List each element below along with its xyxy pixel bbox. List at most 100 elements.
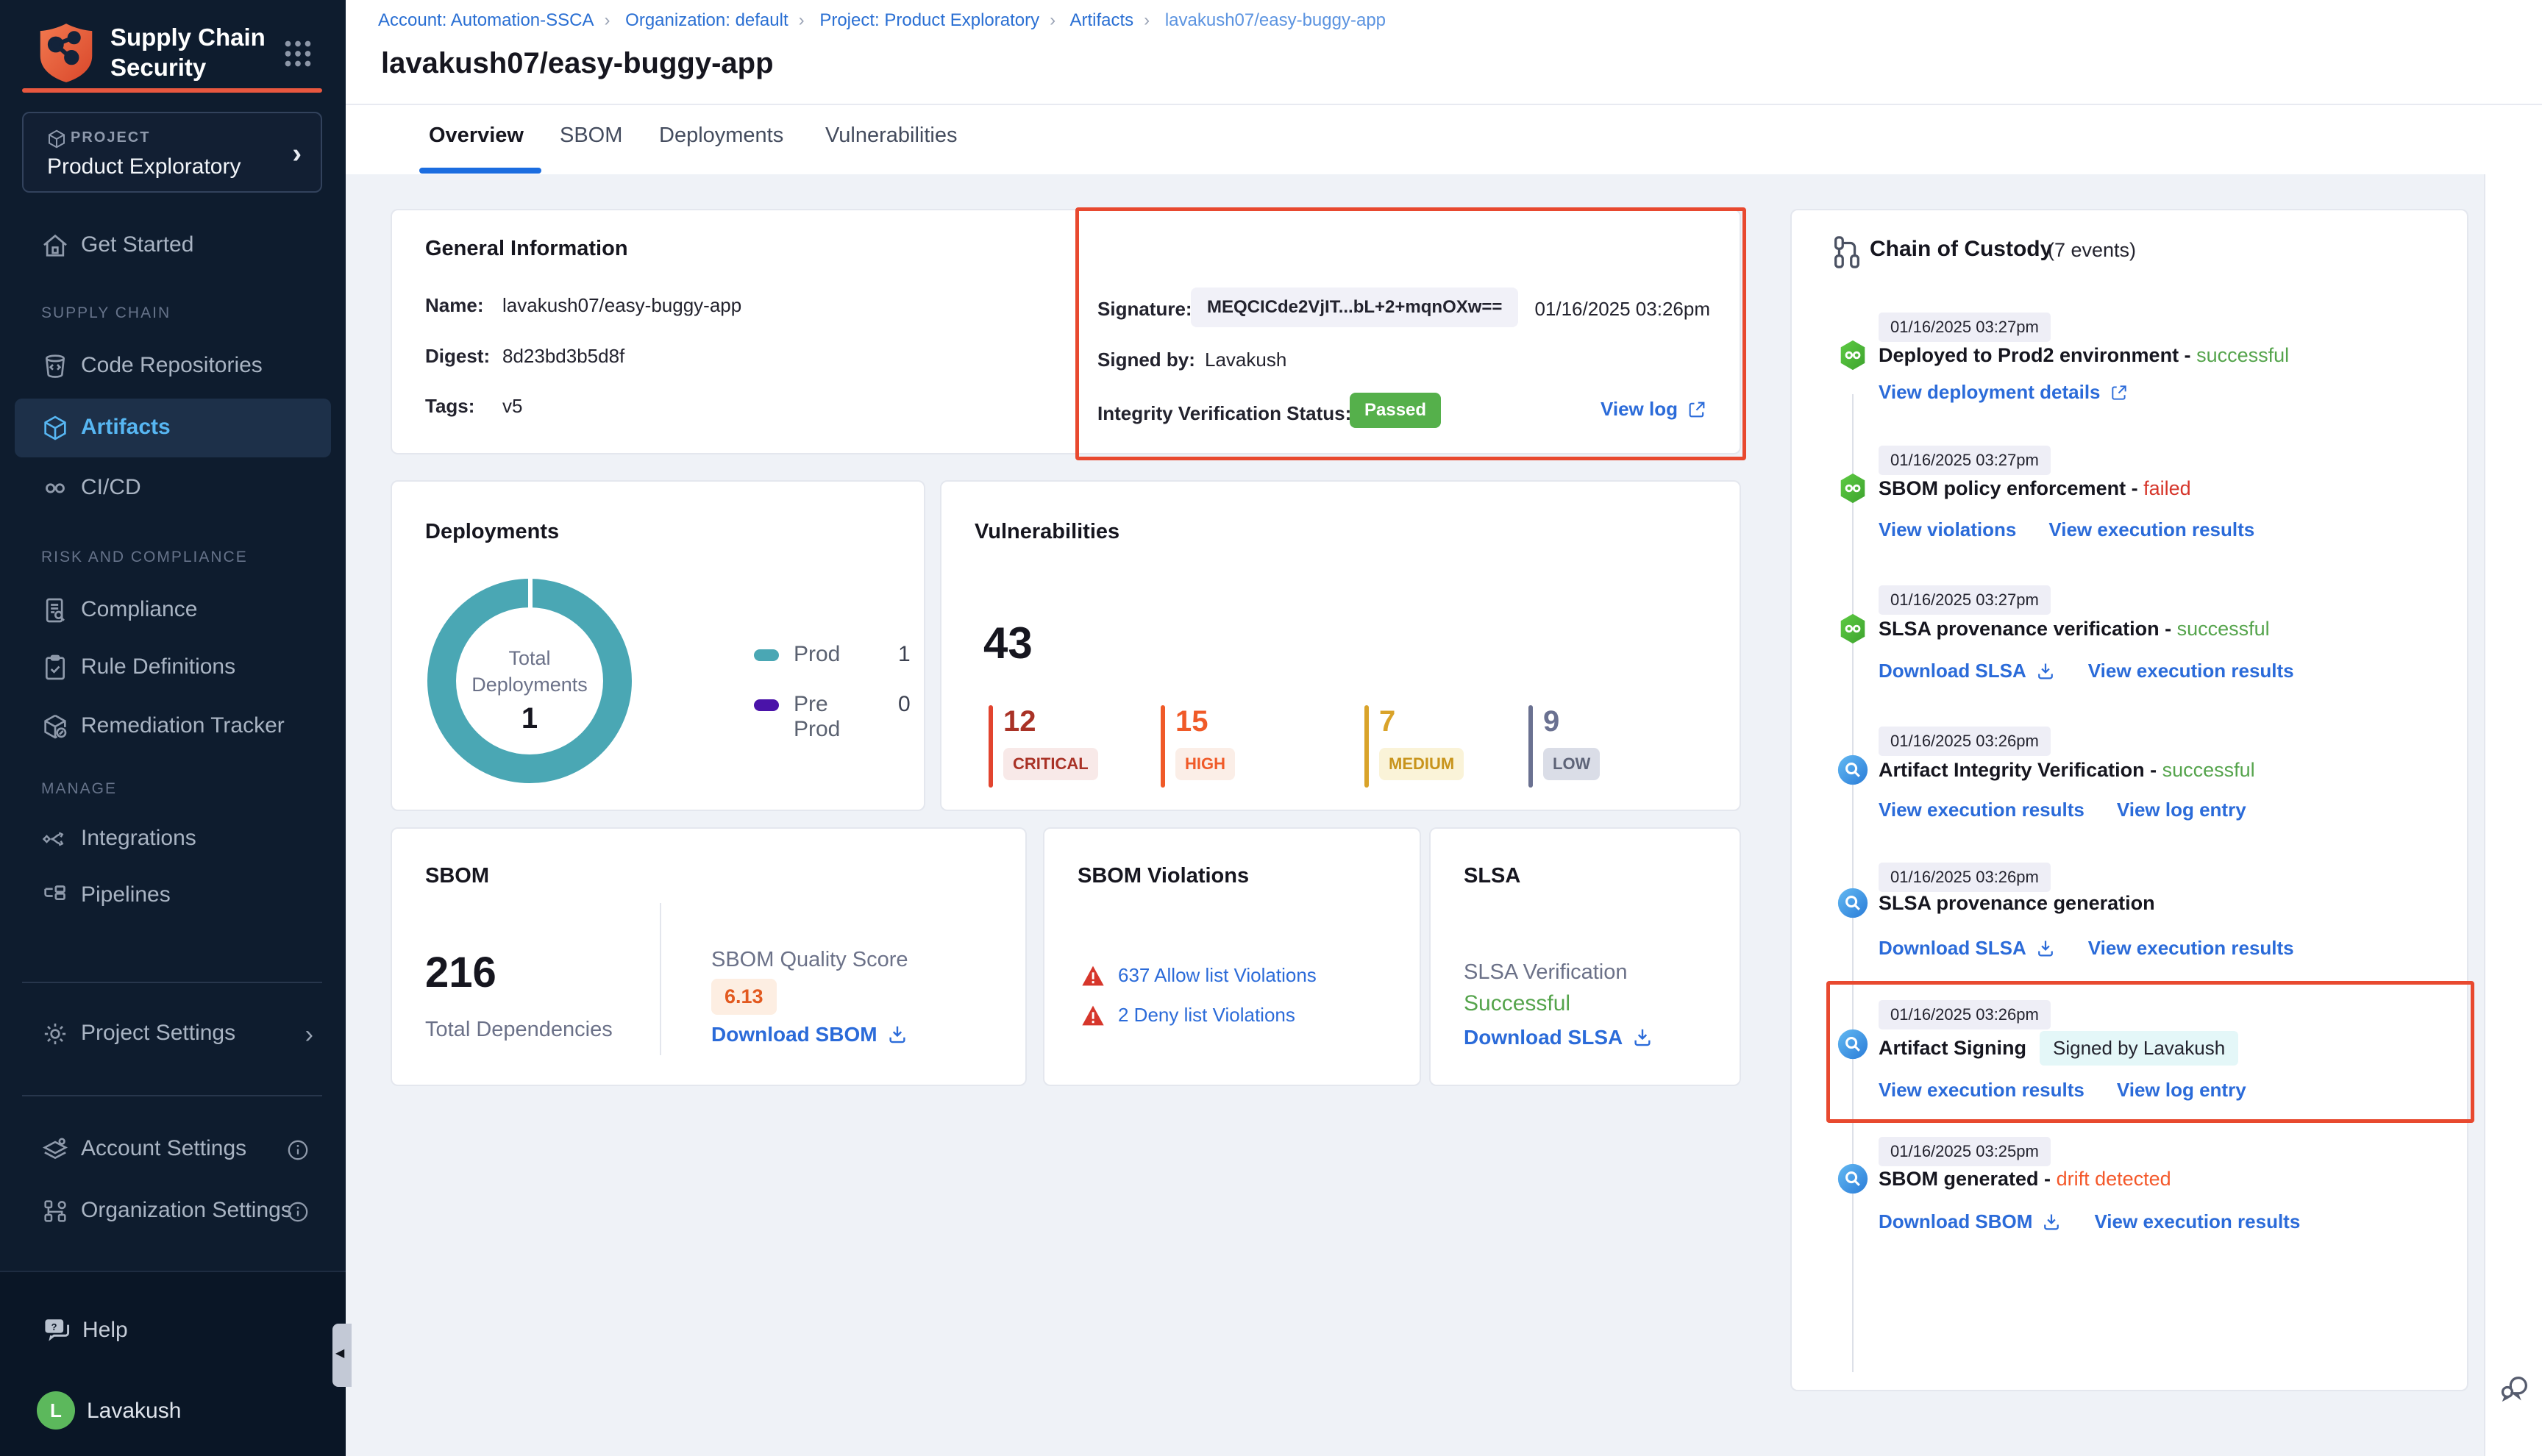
event-timestamp: 01/16/2025 03:26pm [1879, 727, 2051, 756]
view-execution-results-link[interactable]: View execution results [1879, 799, 2084, 821]
allow-list-violations-link[interactable]: 637 Allow list Violations [1118, 964, 1317, 987]
breadcrumb-organization[interactable]: Organization: default [625, 10, 788, 30]
sidebar-item-cicd[interactable]: CI/CD [0, 459, 346, 518]
breadcrumb-current[interactable]: lavakush07/easy-buggy-app [1165, 10, 1386, 30]
chevron-separator: › [1050, 10, 1055, 30]
event-status: successful [2196, 344, 2289, 366]
download-sbom-link[interactable]: Download SBOM [711, 1023, 908, 1046]
severity-critical: 12 CRITICAL [989, 705, 1150, 788]
user-avatar[interactable]: L [37, 1391, 75, 1430]
event-title: SLSA provenance generation [1879, 892, 2155, 915]
sidebar-item-label: Artifacts [81, 415, 171, 440]
link-label: Download SLSA [1879, 660, 2026, 682]
event-title-text: SLSA provenance verification - [1879, 618, 2171, 640]
download-sbom-link[interactable]: Download SBOM [1879, 1210, 2062, 1233]
support-chat-icon[interactable] [2497, 1371, 2531, 1405]
sidebar-collapse-handle[interactable] [332, 1324, 352, 1387]
slsa-card: SLSA SLSA Verification Successful Downlo… [1429, 827, 1741, 1086]
view-execution-results-link[interactable]: View execution results [2048, 518, 2254, 541]
event-title: SBOM policy enforcement - failed [1879, 477, 2191, 500]
view-deployment-details-link[interactable]: View deployment details [1879, 381, 2129, 404]
card-title: SLSA [1464, 864, 1520, 888]
gear-icon [40, 1019, 70, 1049]
sidebar-item-remediation-tracker[interactable]: Remediation Tracker [0, 697, 346, 756]
scan-circle-icon [1836, 886, 1870, 920]
integrations-icon [40, 824, 70, 854]
warning-triangle-icon [1081, 965, 1105, 987]
sidebar-item-organization-settings[interactable]: Organization Settings [0, 1182, 346, 1241]
event-status: drift detected [2057, 1168, 2171, 1190]
view-violations-link[interactable]: View violations [1879, 518, 2016, 541]
view-execution-results-link[interactable]: View execution results [2088, 937, 2294, 960]
signature-value[interactable]: MEQCICde2VjIT...bL+2+mqnOXw== [1191, 288, 1518, 327]
user-name: Lavakush [87, 1399, 181, 1424]
signature-label: Signature: [1097, 298, 1192, 321]
view-log-entry-link[interactable]: View log entry [2117, 1079, 2246, 1102]
sidebar-item-code-repositories[interactable]: Code Repositories [0, 337, 346, 396]
card-title: General Information [425, 237, 628, 261]
help-label[interactable]: Help [82, 1318, 128, 1343]
download-sbom-label: Download SBOM [711, 1023, 877, 1046]
page-header: Account: Automation-SSCA › Organization: … [346, 0, 2542, 174]
download-slsa-link[interactable]: Download SLSA [1879, 660, 2056, 682]
event-timestamp: 01/16/2025 03:27pm [1879, 313, 2051, 342]
event-title-text: Deployed to Prod2 environment - [1879, 344, 2191, 366]
download-slsa-link[interactable]: Download SLSA [1879, 937, 2056, 960]
vulnerabilities-card: Vulnerabilities 43 12 CRITICAL 15 HIGH 7… [940, 480, 1741, 811]
download-icon [2041, 1212, 2062, 1232]
sidebar-section-risk-compliance: RISK AND COMPLIANCE [41, 549, 321, 566]
view-log-entry-link[interactable]: View log entry [2117, 799, 2246, 821]
chevron-right-icon: › [292, 138, 302, 170]
sidebar-item-pipelines[interactable]: Pipelines [0, 866, 346, 925]
tab-overview[interactable]: Overview [429, 124, 524, 148]
total-dependencies-label: Total Dependencies [425, 1018, 613, 1042]
breadcrumb-account[interactable]: Account: Automation-SSCA [378, 10, 594, 30]
info-icon [285, 1138, 310, 1163]
sidebar-item-rule-definitions[interactable]: Rule Definitions [0, 638, 346, 697]
event-links: Download SLSA View execution results [1879, 660, 2294, 682]
sidebar-item-label: Rule Definitions [81, 654, 235, 679]
donut-gap [528, 576, 533, 608]
sidebar-item-get-started[interactable]: Get Started [0, 216, 346, 275]
breadcrumb-artifacts[interactable]: Artifacts [1069, 10, 1133, 30]
sidebar-item-artifacts[interactable]: Artifacts [15, 399, 331, 457]
sidebar-item-project-settings[interactable]: Project Settings › [0, 1004, 346, 1063]
info-icon [285, 1199, 310, 1224]
svg-text:?: ? [51, 1321, 57, 1332]
link-label: View log entry [2117, 799, 2246, 821]
view-execution-results-link[interactable]: View execution results [1879, 1079, 2084, 1102]
supply-chain-security-logo-icon [32, 19, 100, 87]
view-execution-results-link[interactable]: View execution results [2088, 660, 2294, 682]
view-execution-results-link[interactable]: View execution results [2094, 1210, 2300, 1233]
event-timestamp: 01/16/2025 03:26pm [1879, 1000, 2051, 1029]
tags-label: Tags: [425, 395, 474, 418]
severity-bar [1528, 705, 1533, 788]
chain-of-custody-title: Chain of Custody [1870, 237, 2052, 262]
severity-bar [1161, 705, 1165, 788]
help-chat-icon[interactable]: ? [40, 1313, 73, 1346]
tab-sbom[interactable]: SBOM [560, 124, 622, 148]
sidebar-section-supply-chain: SUPPLY CHAIN [41, 304, 321, 322]
app-switcher-grid-icon[interactable] [278, 34, 318, 74]
tab-vulnerabilities[interactable]: Vulnerabilities [825, 124, 957, 148]
warning-triangle-icon [1081, 1004, 1105, 1027]
sidebar-item-label: Pipelines [81, 882, 171, 907]
card-title: SBOM Violations [1078, 864, 1249, 888]
severity-medium: 7 MEDIUM [1364, 705, 1526, 788]
layers-gear-icon [40, 1135, 70, 1164]
breadcrumb-project[interactable]: Project: Product Exploratory [819, 10, 1039, 30]
sidebar-item-account-settings[interactable]: Account Settings [0, 1120, 346, 1179]
project-selector[interactable]: PROJECT Product Exploratory › [22, 112, 322, 193]
allow-list-violations-row: 637 Allow list Violations [1081, 964, 1317, 987]
deployments-card: Deployments Total Deployments 1 Prod 1 P… [391, 480, 925, 811]
sidebar-item-label: Get Started [81, 232, 193, 257]
document-search-icon [40, 596, 70, 625]
tags-value: v5 [502, 395, 522, 418]
event-links: Download SBOM View execution results [1879, 1210, 2300, 1233]
tab-deployments[interactable]: Deployments [659, 124, 783, 148]
download-slsa-link[interactable]: Download SLSA [1464, 1026, 1653, 1049]
sidebar-item-compliance[interactable]: Compliance [0, 581, 346, 640]
view-log-link[interactable]: View log [1601, 398, 1707, 421]
deny-list-violations-link[interactable]: 2 Deny list Violations [1118, 1004, 1295, 1027]
sidebar-item-integrations[interactable]: Integrations [0, 810, 346, 868]
